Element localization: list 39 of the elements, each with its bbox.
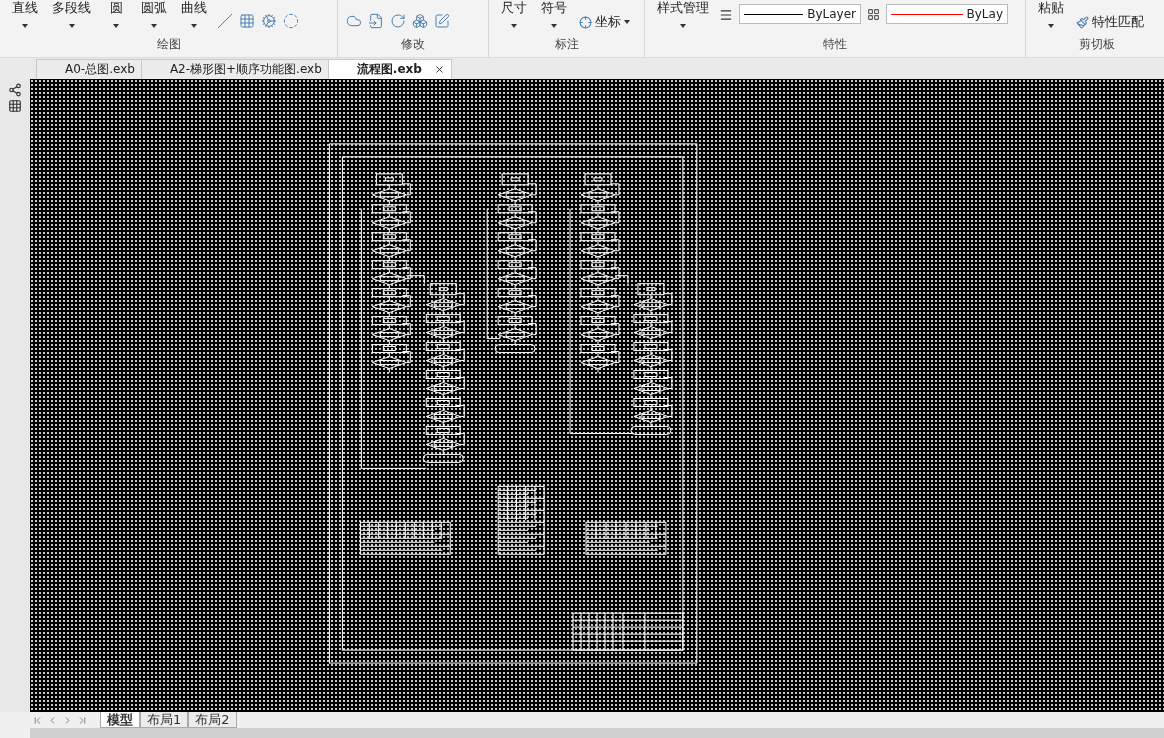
group-label: 特性 bbox=[822, 36, 848, 53]
line-icon[interactable] bbox=[217, 13, 233, 29]
ribbon-button[interactable]: 圆 bbox=[101, 0, 131, 28]
line-style-dropdown[interactable]: ByLay bbox=[886, 4, 1008, 24]
drawing-canvas[interactable] bbox=[30, 79, 1164, 712]
close-icon[interactable] bbox=[433, 64, 445, 75]
document-tab[interactable]: A0-总图.exb bbox=[36, 59, 142, 79]
export-icon[interactable] bbox=[8, 83, 22, 97]
layout-tab[interactable]: 模型 bbox=[100, 712, 140, 728]
ribbon-button[interactable]: 直线 bbox=[8, 0, 42, 28]
layout-tab[interactable]: 布局1 bbox=[140, 712, 189, 728]
ribbon-button[interactable]: 尺寸 bbox=[497, 0, 531, 28]
hatch-icon[interactable] bbox=[239, 13, 255, 29]
gear-icon[interactable] bbox=[261, 13, 277, 29]
menu-icon[interactable] bbox=[719, 8, 733, 22]
boxes-icon[interactable] bbox=[412, 13, 428, 29]
rotate-icon[interactable] bbox=[390, 13, 406, 29]
layout-tab[interactable]: 布局2 bbox=[188, 712, 237, 728]
ribbon-button[interactable]: 圆弧 bbox=[137, 0, 171, 28]
ribbon-button[interactable]: 粘贴 bbox=[1034, 0, 1068, 28]
ribbon-button[interactable]: 多段线 bbox=[48, 0, 95, 28]
document-tab[interactable]: 流程图.exb bbox=[327, 59, 452, 79]
ribbon-button[interactable]: 曲线 bbox=[177, 0, 211, 28]
cloud-icon[interactable] bbox=[346, 13, 362, 29]
horizontal-scrollbar[interactable] bbox=[30, 728, 1164, 738]
table-drawing bbox=[497, 485, 545, 555]
group-label: 剪切板 bbox=[1078, 36, 1116, 53]
document-icon[interactable] bbox=[368, 13, 384, 29]
ribbon-button[interactable]: 样式管理 bbox=[653, 0, 713, 28]
match-properties-button[interactable]: 特性匹配 bbox=[1074, 13, 1146, 31]
ribbon-button[interactable]: 符号 bbox=[537, 0, 571, 28]
group-label: 标注 bbox=[553, 36, 580, 53]
coordinate-button[interactable]: 坐标 bbox=[577, 13, 632, 31]
group-label: 绘图 bbox=[155, 36, 182, 53]
group-label: 修改 bbox=[400, 36, 426, 53]
line-style-dropdown[interactable]: ByLayer bbox=[739, 4, 861, 24]
edit-icon[interactable] bbox=[434, 13, 450, 29]
crosshair-icon bbox=[579, 15, 592, 29]
paintbrush-icon bbox=[1076, 15, 1089, 29]
